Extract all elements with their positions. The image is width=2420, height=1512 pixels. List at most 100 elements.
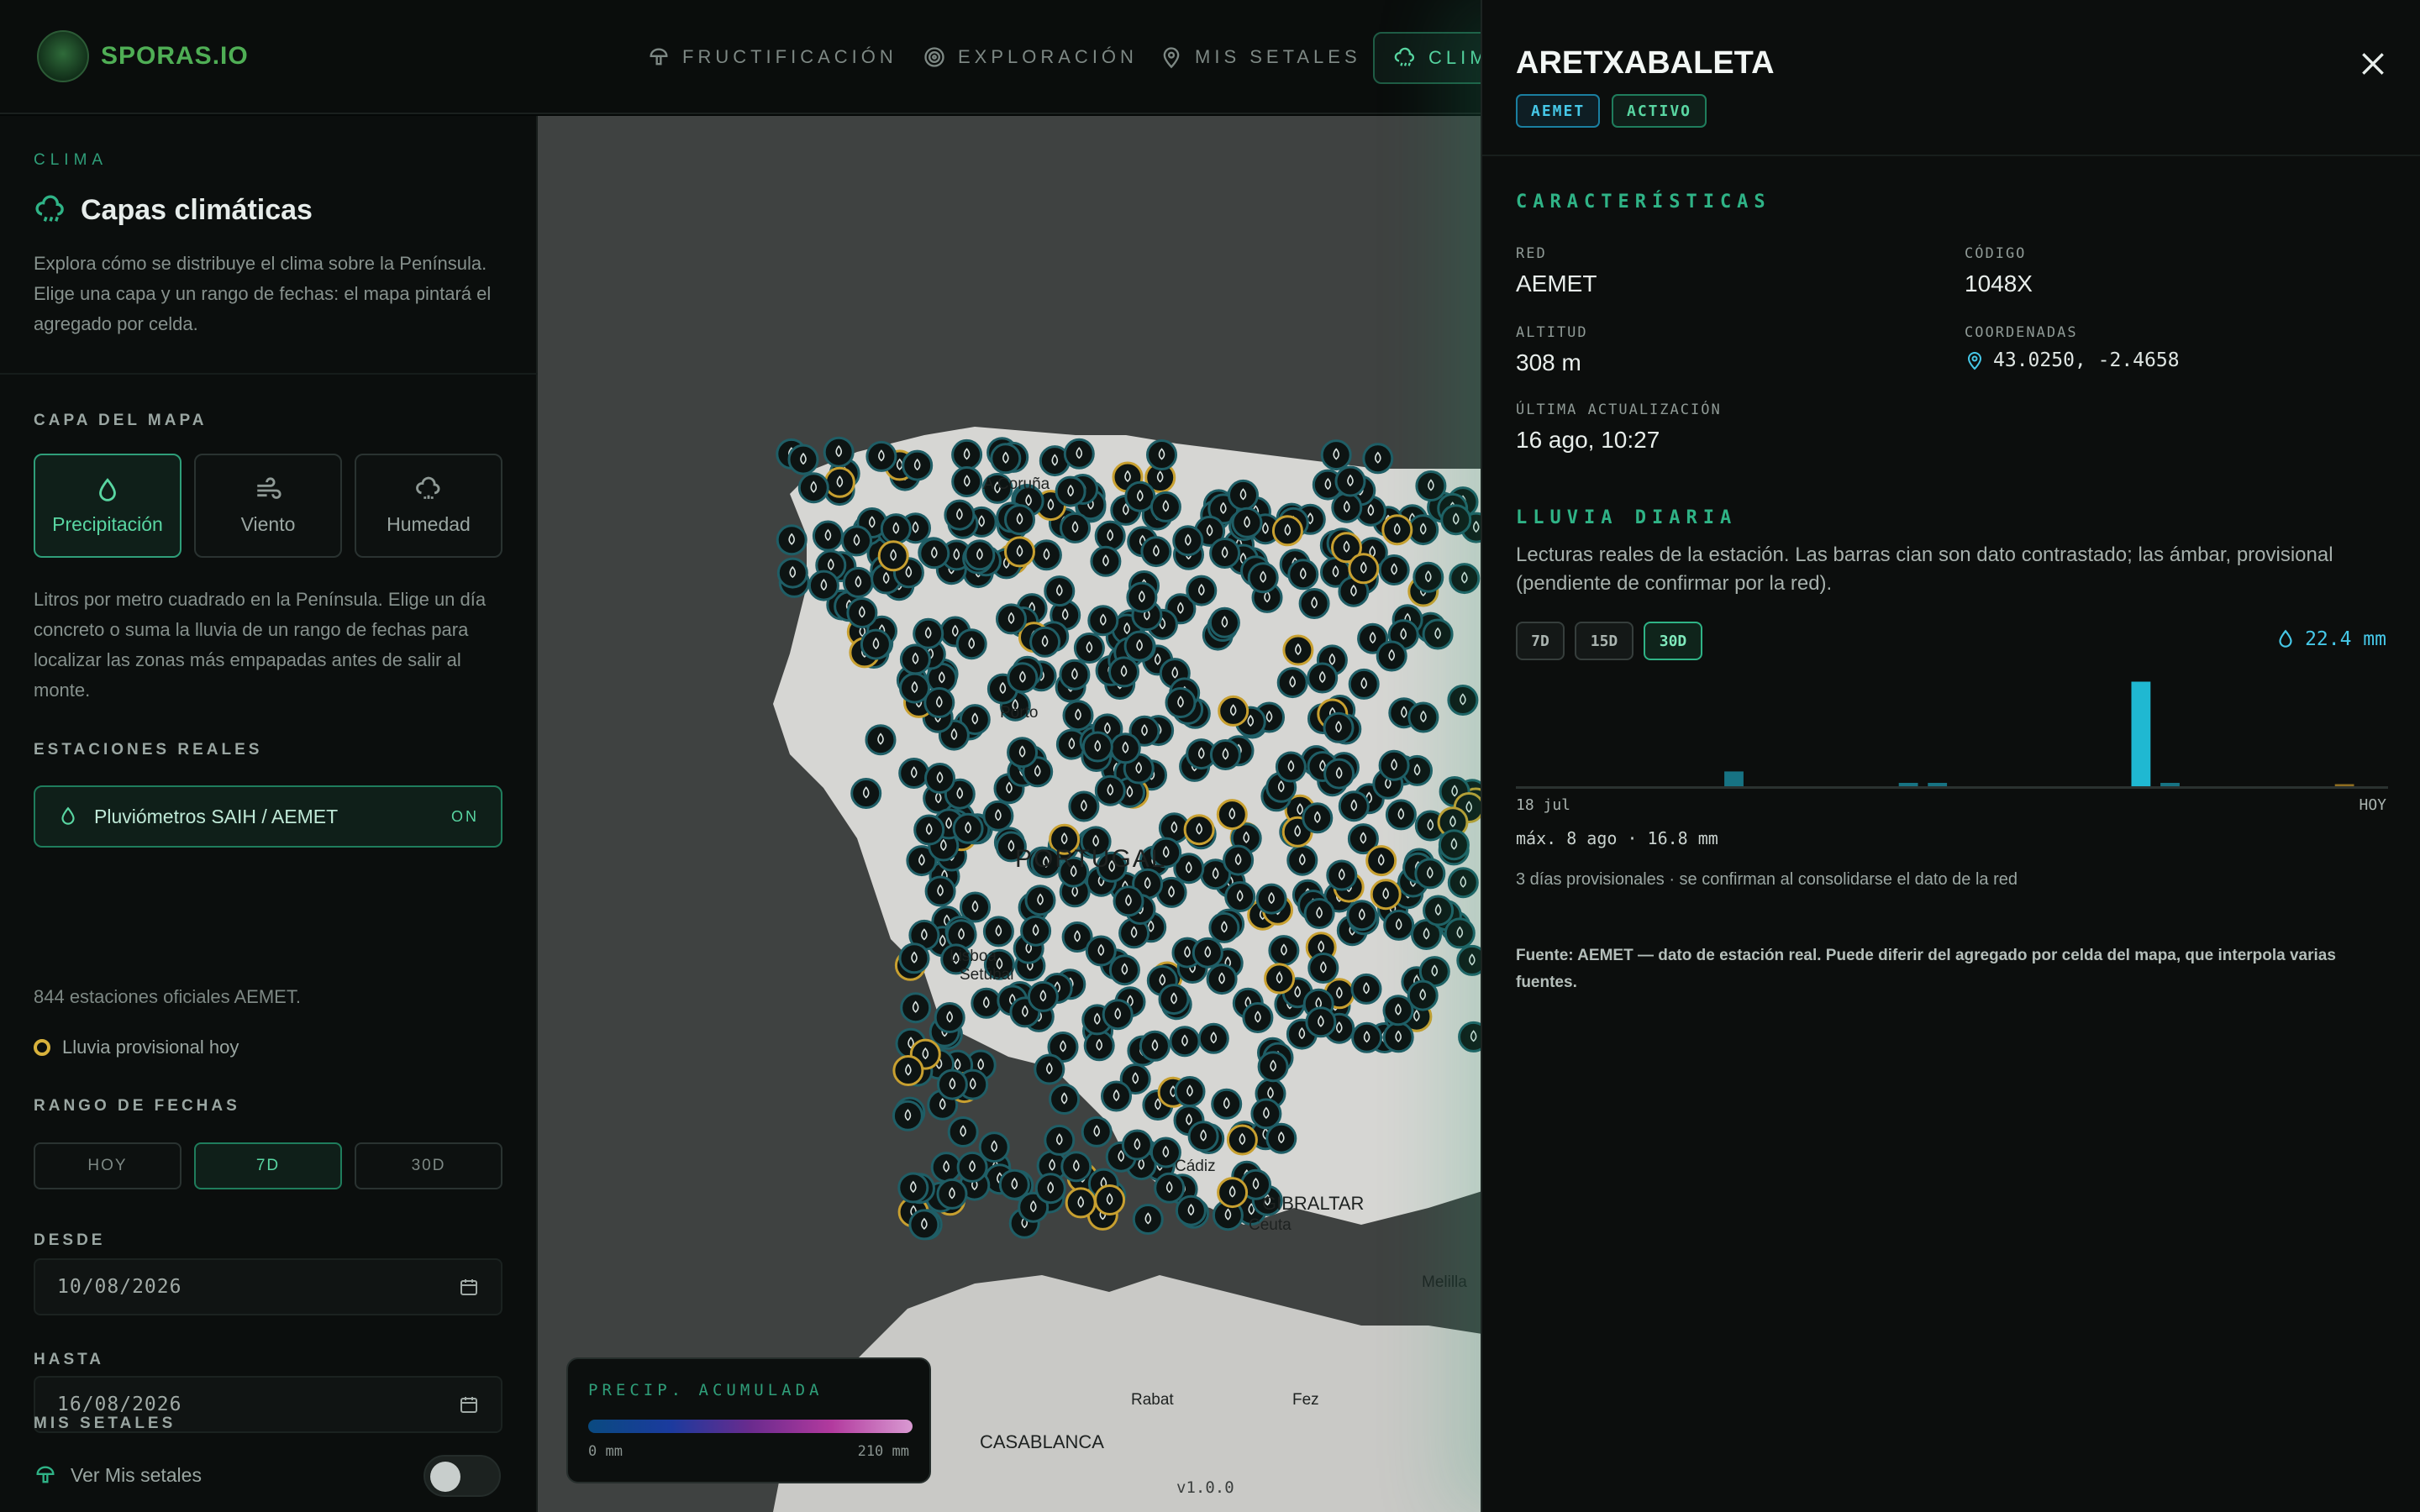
station-marker[interactable]: [776, 557, 808, 589]
station-marker[interactable]: [776, 524, 808, 556]
station-marker[interactable]: [1209, 538, 1241, 569]
station-marker[interactable]: [1407, 514, 1439, 546]
station-marker[interactable]: [1081, 1116, 1113, 1147]
station-marker[interactable]: [865, 440, 897, 472]
station-marker[interactable]: [1132, 1204, 1164, 1235]
station-marker[interactable]: [1378, 554, 1410, 585]
station-marker[interactable]: [913, 814, 945, 846]
station-marker[interactable]: [1139, 1030, 1171, 1062]
station-marker[interactable]: [841, 525, 872, 557]
station-marker[interactable]: [918, 538, 950, 570]
station-marker[interactable]: [952, 812, 984, 844]
station-marker[interactable]: [1108, 656, 1139, 688]
station-marker[interactable]: [1224, 881, 1256, 912]
station-marker[interactable]: [951, 466, 983, 497]
station-marker[interactable]: [1255, 883, 1287, 915]
station-marker[interactable]: [1094, 1184, 1126, 1215]
station-marker[interactable]: [964, 539, 996, 571]
station-marker[interactable]: [1030, 539, 1062, 571]
station-marker[interactable]: [923, 687, 955, 718]
station-marker[interactable]: [1060, 512, 1091, 543]
station-marker[interactable]: [982, 916, 1014, 948]
station-marker[interactable]: [1113, 885, 1144, 917]
close-icon[interactable]: [2356, 47, 2390, 81]
station-marker[interactable]: [944, 499, 976, 531]
station-marker[interactable]: [1331, 491, 1363, 523]
station-marker[interactable]: [842, 566, 874, 598]
station-marker[interactable]: [1169, 1026, 1201, 1058]
station-marker[interactable]: [899, 643, 931, 675]
layer-viento-button[interactable]: Viento: [194, 454, 342, 558]
station-marker[interactable]: [1085, 935, 1117, 967]
station-marker[interactable]: [1102, 999, 1134, 1031]
station-marker[interactable]: [1206, 963, 1238, 995]
station-marker[interactable]: [1208, 911, 1240, 943]
station-marker[interactable]: [1101, 1080, 1132, 1112]
station-marker[interactable]: [1073, 633, 1105, 664]
station-marker[interactable]: [1376, 640, 1407, 672]
station-marker[interactable]: [971, 987, 1002, 1019]
station-marker[interactable]: [1338, 790, 1370, 822]
station-marker[interactable]: [1305, 1006, 1337, 1038]
station-marker[interactable]: [1320, 439, 1352, 471]
station-marker[interactable]: [1187, 1121, 1219, 1152]
station-marker[interactable]: [860, 628, 892, 660]
station-marker[interactable]: [1123, 630, 1155, 662]
station-marker[interactable]: [787, 444, 819, 475]
station-marker[interactable]: [913, 617, 944, 649]
station-marker[interactable]: [1004, 536, 1035, 568]
station-marker[interactable]: [1060, 1151, 1092, 1183]
station-marker[interactable]: [880, 513, 912, 545]
station-marker[interactable]: [1323, 711, 1355, 743]
station-marker[interactable]: [1029, 626, 1061, 658]
station-marker[interactable]: [1268, 935, 1300, 967]
station-marker[interactable]: [1004, 504, 1035, 536]
station-marker[interactable]: [797, 472, 829, 504]
setales-toggle-switch[interactable]: [424, 1455, 501, 1497]
station-marker[interactable]: [1449, 563, 1481, 595]
station-marker[interactable]: [1415, 470, 1447, 501]
range-7d-button[interactable]: 7D: [194, 1142, 342, 1189]
station-marker[interactable]: [1250, 1098, 1282, 1130]
station-marker[interactable]: [808, 570, 839, 601]
station-marker[interactable]: [1211, 1088, 1243, 1120]
station-marker[interactable]: [850, 778, 882, 809]
station-marker[interactable]: [1044, 1124, 1076, 1156]
station-marker[interactable]: [924, 763, 955, 794]
station-marker[interactable]: [812, 520, 844, 552]
layer-humedad-button[interactable]: Humedad: [355, 454, 502, 558]
station-marker[interactable]: [1334, 465, 1366, 497]
station-marker[interactable]: [1382, 1021, 1414, 1053]
range-30d-button[interactable]: 30D: [355, 1142, 502, 1189]
station-marker[interactable]: [1034, 1053, 1065, 1085]
station-marker[interactable]: [1055, 475, 1086, 507]
calendar-icon[interactable]: [459, 1277, 479, 1297]
station-marker[interactable]: [1165, 687, 1197, 718]
station-marker[interactable]: [1186, 575, 1218, 606]
station-marker[interactable]: [1226, 1124, 1258, 1156]
station-marker[interactable]: [1438, 829, 1470, 861]
station-marker[interactable]: [1362, 443, 1394, 475]
station-marker[interactable]: [1326, 859, 1358, 891]
station-marker[interactable]: [897, 1172, 929, 1204]
station-marker[interactable]: [1208, 606, 1240, 638]
station-marker[interactable]: [1276, 667, 1308, 699]
nav-exploracion[interactable]: EXPLORACIÓN: [923, 37, 1138, 77]
station-marker[interactable]: [1183, 814, 1215, 846]
period-30d-button[interactable]: 30D: [1644, 622, 1702, 660]
station-marker[interactable]: [982, 800, 1014, 832]
station-marker[interactable]: [908, 1209, 940, 1241]
station-marker[interactable]: [1209, 739, 1241, 770]
station-marker[interactable]: [1286, 844, 1318, 876]
station-marker[interactable]: [1264, 963, 1296, 995]
station-marker[interactable]: [930, 1152, 962, 1184]
station-marker[interactable]: [1423, 895, 1455, 927]
station-marker[interactable]: [1174, 1076, 1206, 1107]
station-marker[interactable]: [1223, 844, 1255, 876]
station-marker[interactable]: [900, 992, 932, 1024]
stations-toggle[interactable]: Pluviómetros SAIH / AEMET ON: [34, 785, 502, 848]
station-marker[interactable]: [1063, 438, 1095, 470]
station-marker[interactable]: [924, 875, 956, 907]
station-marker[interactable]: [877, 540, 909, 572]
station-marker[interactable]: [898, 942, 930, 974]
